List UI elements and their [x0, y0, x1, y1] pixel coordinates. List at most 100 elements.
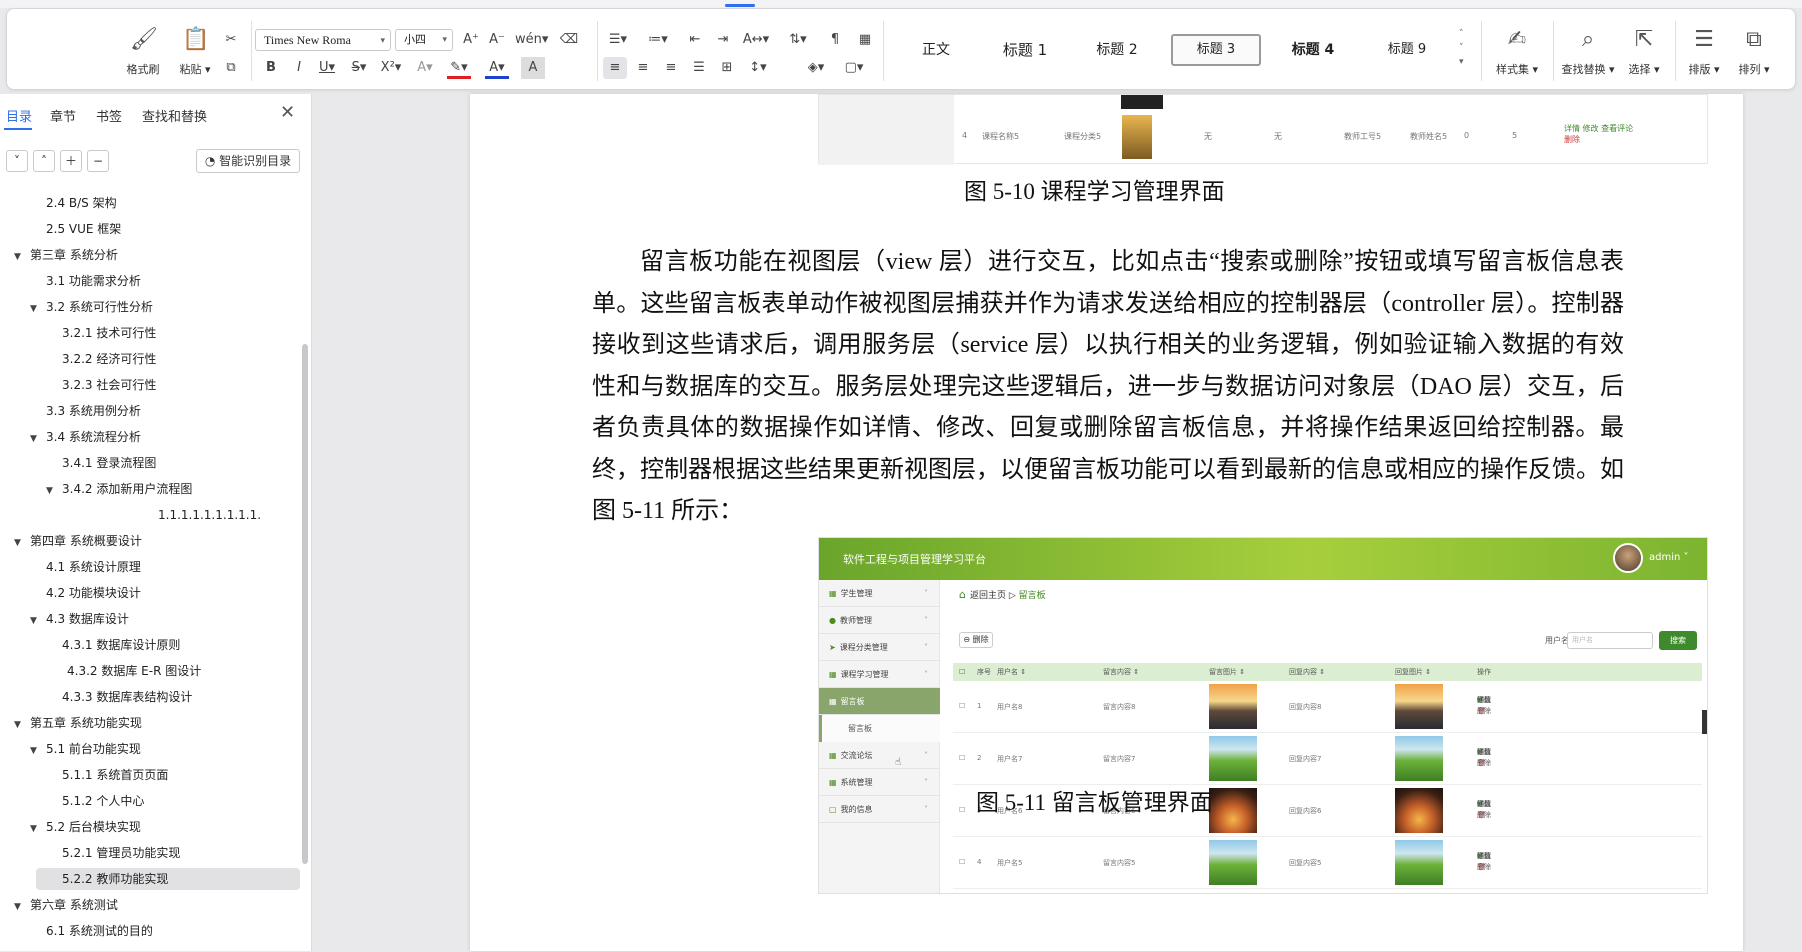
tab-chapters[interactable]: 章节 — [50, 106, 76, 125]
expand-arrow-icon[interactable]: ▼ — [30, 298, 42, 320]
expand-arrow-icon[interactable]: ▼ — [14, 246, 26, 268]
toc-item[interactable]: ▼ 5.2 后台模块实现 — [30, 816, 141, 838]
underline-icon[interactable]: U▾ — [315, 57, 339, 79]
select-button[interactable]: ⇱ 选择 ▾ — [1621, 9, 1667, 91]
toc-item[interactable]: ▼ 第四章 系统概要设计 — [14, 530, 142, 552]
toc-item[interactable]: 1.1.1.1.1.1.1.1.1. — [158, 504, 261, 526]
char-shading-icon[interactable]: A — [521, 57, 545, 79]
toc-item[interactable]: 6.1 系统测试的目的 — [46, 920, 153, 942]
toc-item[interactable]: ▼ 第六章 系统测试 — [14, 894, 118, 916]
table-icon[interactable]: ▦ — [853, 29, 877, 51]
justify-icon[interactable]: ☰ — [687, 57, 711, 79]
toc-item[interactable]: 4.2 功能模块设计 — [46, 582, 141, 604]
arrange-button[interactable]: ⧉ 排列 ▾ — [1731, 9, 1777, 91]
toc-item[interactable]: 5.2.2 教师功能实现 — [36, 868, 300, 890]
tab-find-replace[interactable]: 查找和替换 — [142, 106, 207, 125]
style-heading-3[interactable]: 标题 3 — [1171, 34, 1261, 66]
border-icon[interactable]: ▢▾ — [839, 57, 869, 79]
style-heading-1[interactable]: 标题 1 — [987, 36, 1063, 64]
clear-format-icon[interactable]: ⌫ — [557, 29, 581, 51]
toc-item[interactable]: ▼ 5.1 前台功能实现 — [30, 738, 141, 760]
increase-indent-icon[interactable]: ⇥ — [711, 29, 735, 51]
toc-item[interactable]: 5.2.1 管理员功能实现 — [62, 842, 180, 864]
copy-icon[interactable]: ⧉ — [219, 57, 243, 79]
style-set-button[interactable]: ✍ 样式集 ▾ — [1487, 9, 1547, 91]
superscript-icon[interactable]: X²▾ — [379, 57, 403, 79]
toc-item[interactable]: 4.3.2 数据库 E-R 图设计 — [67, 660, 201, 682]
italic-icon[interactable]: I — [287, 57, 311, 79]
expand-arrow-icon[interactable]: ▼ — [30, 610, 42, 632]
expand-arrow-icon[interactable]: ▼ — [14, 896, 26, 918]
distribute-icon[interactable]: ⊞ — [715, 57, 739, 79]
collapse-all-button[interactable]: ˅ — [6, 150, 28, 172]
text-direction-icon[interactable]: A↔▾ — [741, 29, 771, 51]
style-scroll-arrows[interactable]: ˄ ˅ ▾ — [1459, 27, 1464, 69]
toc-item[interactable]: 3.3 系统用例分析 — [46, 400, 141, 422]
find-replace-button[interactable]: ⌕ 查找替换 ▾ — [1557, 9, 1619, 91]
align-right-icon[interactable]: ≡ — [659, 57, 683, 79]
format-painter-button[interactable]: 🖌 格式刷 — [117, 9, 169, 91]
grow-font-icon[interactable]: A⁺ — [459, 29, 483, 51]
highlight-icon[interactable]: ✎▾ — [447, 57, 471, 79]
style-heading-9[interactable]: 标题 9 — [1367, 36, 1447, 64]
smart-toc-button[interactable]: ◔ 智能识别目录 — [196, 149, 300, 173]
toc-item[interactable]: 3.2.1 技术可行性 — [62, 322, 156, 344]
toc-item[interactable]: 2.5 VUE 框架 — [46, 218, 121, 240]
toc-item[interactable]: ▼ 3.4 系统流程分析 — [30, 426, 141, 448]
toc-item[interactable]: 2.4 B/S 架构 — [46, 192, 117, 214]
decrease-indent-icon[interactable]: ⇤ — [683, 29, 707, 51]
bullet-list-icon[interactable]: ☰▾ — [603, 29, 633, 51]
toc-item[interactable]: ▼ 第三章 系统分析 — [14, 244, 118, 266]
toc-item[interactable]: 4.3.1 数据库设计原则 — [62, 634, 180, 656]
style-heading-2[interactable]: 标题 2 — [1077, 36, 1157, 64]
remove-heading-button[interactable]: − — [87, 150, 109, 172]
shading-icon[interactable]: ◈▾ — [801, 57, 831, 79]
paste-button[interactable]: 📋 粘贴 ▾ — [169, 9, 221, 91]
close-icon[interactable]: ✕ — [280, 102, 295, 123]
toc-item[interactable]: 5.1.2 个人中心 — [62, 790, 144, 812]
line-spacing-icon[interactable]: ↕▾ — [743, 57, 773, 79]
toc-item[interactable]: ▼ 4.3 数据库设计 — [30, 608, 129, 630]
add-heading-button[interactable]: ＋ — [60, 150, 82, 172]
align-center-icon[interactable]: ≡ — [631, 57, 655, 79]
toc-item[interactable]: ▼ 3.2 系统可行性分析 — [30, 296, 153, 318]
toc-item[interactable]: 3.2.3 社会可行性 — [62, 374, 156, 396]
font-name-select[interactable]: Times New Roma ▾ — [255, 29, 391, 51]
expand-arrow-icon[interactable]: ▼ — [30, 740, 42, 762]
toc-item[interactable]: 4.1 系统设计原理 — [46, 556, 141, 578]
toc-item[interactable]: 3.4.1 登录流程图 — [62, 452, 156, 474]
strikethrough-icon[interactable]: S̶▾ — [347, 57, 371, 79]
toc-item[interactable]: 3.2.2 经济可行性 — [62, 348, 156, 370]
text-effect-icon[interactable]: A▾ — [413, 57, 437, 79]
app-menu-item: ▦ 系统管理 ˅ — [819, 769, 940, 796]
expand-arrow-icon[interactable]: ▼ — [14, 714, 26, 736]
bold-icon[interactable]: B — [259, 57, 283, 79]
sort-icon[interactable]: ⇅▾ — [783, 29, 813, 51]
shrink-font-icon[interactable]: A⁻ — [485, 29, 509, 51]
cell-message: 留言内容8 — [1103, 703, 1136, 711]
toc-item[interactable]: 4.3.3 数据库表结构设计 — [62, 686, 192, 708]
search-icon: ⌕ — [1581, 27, 1595, 52]
expand-arrow-icon[interactable]: ▼ — [46, 480, 58, 502]
style-normal[interactable]: 正文 — [901, 36, 971, 64]
tab-bookmarks[interactable]: 书签 — [96, 106, 122, 125]
expand-arrow-icon[interactable]: ▼ — [30, 818, 42, 840]
cut-icon[interactable]: ✂ — [219, 29, 243, 51]
layout-button[interactable]: ☰ 排版 ▾ — [1681, 9, 1727, 91]
style-heading-4[interactable]: 标题 4 — [1273, 36, 1353, 64]
expand-arrow-icon[interactable]: ▼ — [14, 532, 26, 554]
toc-item[interactable]: 3.1 功能需求分析 — [46, 270, 141, 292]
show-marks-icon[interactable]: ¶ — [823, 29, 847, 51]
toc-item[interactable]: 5.1.1 系统首页页面 — [62, 764, 168, 786]
font-color-icon[interactable]: A▾ — [485, 57, 509, 79]
tab-toc[interactable]: 目录 — [6, 106, 32, 125]
font-size-select[interactable]: 小四 ▾ — [395, 29, 453, 51]
nav-scrollbar[interactable] — [302, 344, 308, 864]
toc-item[interactable]: ▼ 第五章 系统功能实现 — [14, 712, 142, 734]
align-left-icon[interactable]: ≡ — [603, 57, 627, 79]
numbered-list-icon[interactable]: ≔▾ — [643, 29, 673, 51]
toc-item[interactable]: ▼ 3.4.2 添加新用户流程图 — [46, 478, 192, 500]
phonetic-icon[interactable]: wén▾ — [515, 29, 548, 51]
expand-up-button[interactable]: ˄ — [33, 150, 55, 172]
expand-arrow-icon[interactable]: ▼ — [30, 428, 42, 450]
